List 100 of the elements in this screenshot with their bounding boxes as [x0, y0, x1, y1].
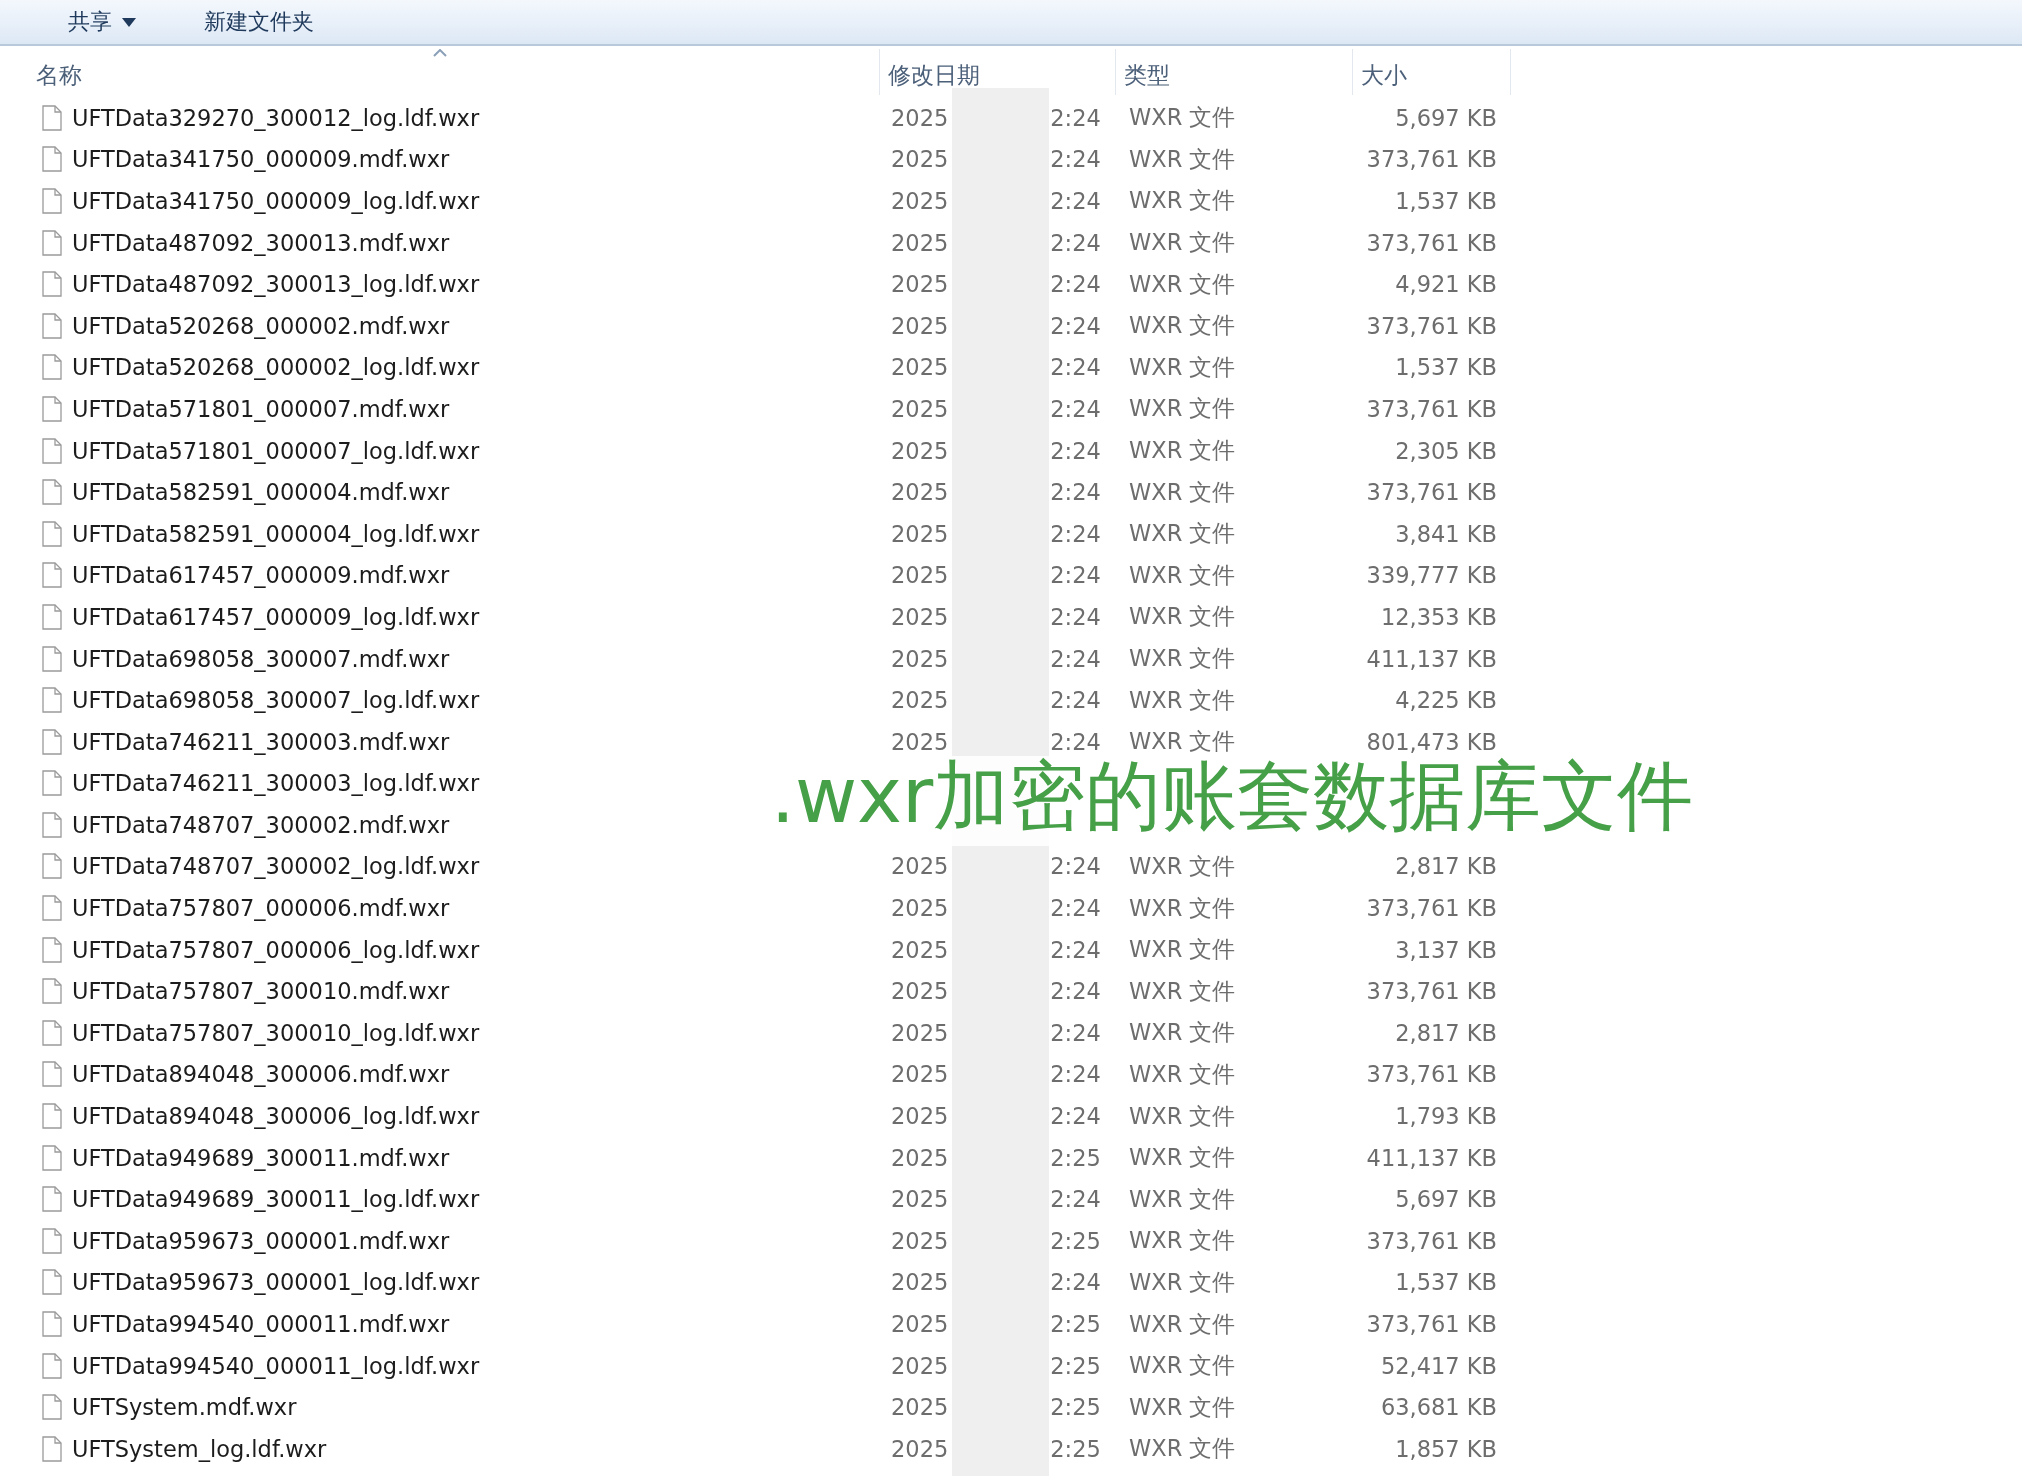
file-size: 801,473 KB: [1366, 728, 1497, 755]
file-name[interactable]: UFTData746211_300003.mdf.wxr: [72, 728, 450, 755]
file-size: 5,697 KB: [1395, 104, 1497, 131]
modified-date: 2025: [891, 562, 949, 589]
file-size: 373,761 KB: [1366, 895, 1497, 922]
file-size: 5,697 KB: [1395, 1186, 1497, 1213]
modified-date: 2025: [891, 936, 949, 963]
file-icon: [42, 978, 62, 1005]
file-name[interactable]: UFTData994540_000011.mdf.wxr: [72, 1311, 450, 1337]
file-type: WXR 文件: [1129, 229, 1236, 256]
file-name[interactable]: UFTData582591_000004.mdf.wxr: [72, 479, 450, 506]
modified-date: 2025: [891, 1103, 949, 1130]
file-name[interactable]: UFTData757807_300010.mdf.wxr: [72, 978, 450, 1005]
modified-time: 2:25: [1050, 1144, 1101, 1171]
file-name[interactable]: UFTData341750_000009_log.ldf.wxr: [72, 188, 480, 214]
file-type: WXR 文件: [1129, 686, 1236, 713]
modified-date: 2025: [891, 1311, 949, 1337]
modified-time: 2:24: [1050, 728, 1101, 755]
file-size: 63,681 KB: [1380, 1394, 1497, 1421]
file-type: WXR 文件: [1129, 1268, 1236, 1295]
file-size: 373,761 KB: [1366, 479, 1497, 506]
file-name[interactable]: UFTData949689_300011.mdf.wxr: [72, 1144, 450, 1171]
modified-date: 2025: [891, 229, 949, 256]
modified-time: 2:24: [1050, 229, 1101, 256]
file-icon: [42, 687, 62, 714]
file-size: 12,353 KB: [1380, 603, 1497, 630]
modified-time: 2:24: [1050, 562, 1101, 589]
file-icon: [42, 645, 62, 672]
column-header[interactable]: 大小: [1353, 48, 1511, 95]
file-icon: [42, 1269, 62, 1296]
file-type: WXR 文件: [1129, 561, 1236, 588]
toolbar-button[interactable]: 共享: [62, 3, 142, 41]
file-name[interactable]: UFTData959673_000001.mdf.wxr: [72, 1227, 450, 1254]
file-name[interactable]: UFTData571801_000007.mdf.wxr: [72, 395, 450, 422]
file-icon: [42, 1019, 62, 1046]
file-name[interactable]: UFTData617457_000009_log.ldf.wxr: [72, 603, 480, 630]
file-type: WXR 文件: [1129, 1060, 1236, 1087]
file-name[interactable]: UFTData582591_000004_log.ldf.wxr: [72, 520, 480, 547]
modified-time: 2:24: [1050, 395, 1101, 422]
file-name[interactable]: UFTData487092_300013_log.ldf.wxr: [72, 271, 480, 298]
file-icon: [42, 229, 62, 256]
file-name[interactable]: UFTData894048_300006.mdf.wxr: [72, 1061, 450, 1088]
file-icon: [42, 770, 62, 797]
modified-date: 2025: [891, 520, 949, 547]
modified-time: 2:25: [1050, 1394, 1101, 1421]
file-name[interactable]: UFTData329270_300012_log.ldf.wxr: [72, 104, 480, 131]
file-size: 4,225 KB: [1395, 687, 1497, 714]
caret-icon: [122, 17, 136, 27]
file-name[interactable]: UFTSystem_log.ldf.wxr: [72, 1435, 327, 1462]
file-name[interactable]: UFTData520268_000002_log.ldf.wxr: [72, 354, 480, 381]
file-name[interactable]: UFTSystem.mdf.wxr: [72, 1394, 297, 1421]
modified-time: 2:24: [1050, 354, 1101, 381]
file-type: WXR 文件: [1129, 1144, 1236, 1171]
file-name[interactable]: UFTData994540_000011_log.ldf.wxr: [72, 1352, 480, 1379]
file-type: WXR 文件: [1129, 395, 1236, 422]
file-name[interactable]: UFTData748707_300002.mdf.wxr: [72, 811, 450, 838]
modified-time: 2:24: [1050, 978, 1101, 1005]
file-type: WXR 文件: [1129, 853, 1236, 879]
modified-time: 2:24: [1050, 1019, 1101, 1046]
file-size: 411,137 KB: [1366, 645, 1497, 672]
modified-date: 2025: [891, 437, 949, 464]
file-name[interactable]: UFTData341750_000009.mdf.wxr: [72, 146, 450, 173]
file-size: 373,761 KB: [1366, 1227, 1497, 1254]
modified-time: 2:25: [1050, 1227, 1101, 1254]
file-type: WXR 文件: [1129, 1227, 1236, 1254]
file-icon: [42, 104, 62, 131]
file-size: 1,537 KB: [1395, 1269, 1497, 1296]
file-type: WXR 文件: [1129, 603, 1236, 630]
toolbar-button[interactable]: 新建文件夹: [198, 3, 320, 41]
file-name[interactable]: UFTData757807_000006.mdf.wxr: [72, 895, 450, 922]
file-name[interactable]: UFTData757807_000006_log.ldf.wxr: [72, 936, 480, 963]
file-name[interactable]: UFTData959673_000001_log.ldf.wxr: [72, 1269, 480, 1296]
file-size: 52,417 KB: [1380, 1352, 1497, 1379]
column-header[interactable]: 名称: [0, 48, 880, 95]
file-type: WXR 文件: [1129, 1310, 1236, 1337]
file-icon: [42, 188, 62, 214]
modified-time: 2:24: [1050, 146, 1101, 173]
file-name[interactable]: UFTData746211_300003_log.ldf.wxr: [72, 770, 480, 797]
file-name[interactable]: UFTData698058_300007_log.ldf.wxr: [72, 687, 480, 714]
file-size: 1,537 KB: [1395, 188, 1497, 214]
file-size: 2,817 KB: [1395, 1019, 1497, 1046]
file-icon: [42, 853, 62, 880]
file-name[interactable]: UFTData949689_300011_log.ldf.wxr: [72, 1186, 480, 1213]
file-icon: [42, 1061, 62, 1088]
file-type: WXR 文件: [1129, 936, 1236, 963]
file-name[interactable]: UFTData698058_300007.mdf.wxr: [72, 645, 450, 672]
file-name[interactable]: UFTData757807_300010_log.ldf.wxr: [72, 1019, 480, 1046]
file-type: WXR 文件: [1129, 478, 1236, 505]
file-name[interactable]: UFTData748707_300002_log.ldf.wxr: [72, 853, 480, 880]
modified-date: 2025: [891, 271, 949, 298]
modified-date: 2025: [891, 1227, 949, 1254]
file-size: 1,793 KB: [1395, 1103, 1497, 1130]
file-name[interactable]: UFTData894048_300006_log.ldf.wxr: [72, 1103, 480, 1130]
file-size: 2,817 KB: [1395, 853, 1497, 880]
column-header[interactable]: 类型: [1116, 48, 1353, 95]
file-name[interactable]: UFTData487092_300013.mdf.wxr: [72, 229, 450, 256]
file-name[interactable]: UFTData571801_000007_log.ldf.wxr: [72, 437, 480, 464]
file-name[interactable]: UFTData617457_000009.mdf.wxr: [72, 562, 450, 589]
modified-date: 2025: [891, 479, 949, 506]
file-name[interactable]: UFTData520268_000002.mdf.wxr: [72, 312, 450, 339]
